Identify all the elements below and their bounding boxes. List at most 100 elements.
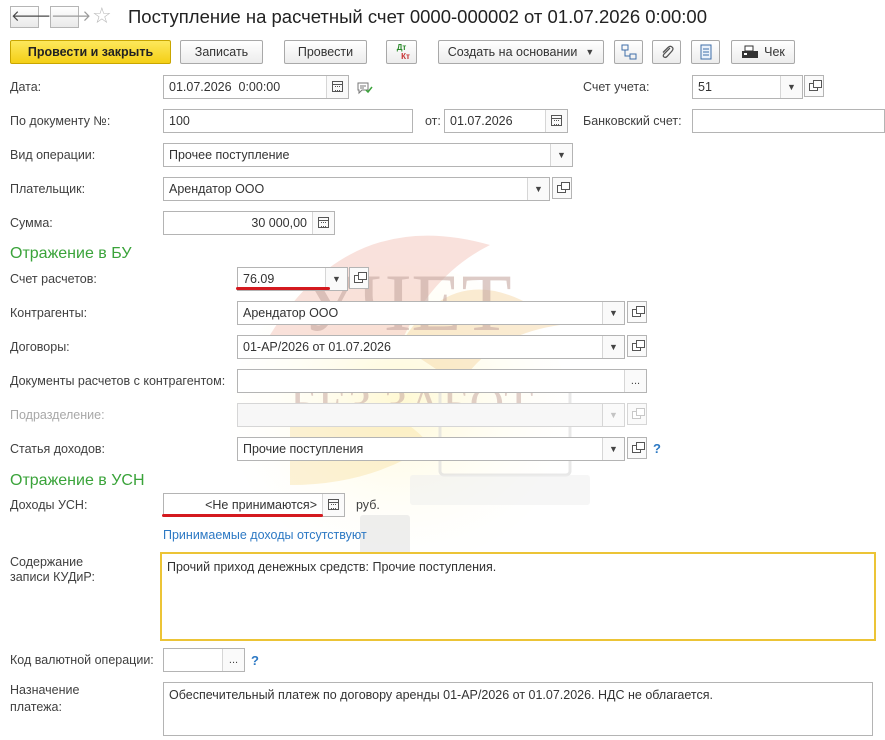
currency-op-label: Код валютной операции:: [10, 653, 154, 667]
kudir-content-field[interactable]: Прочий приход денежных средств: Прочие п…: [160, 552, 876, 641]
calculator-icon: [328, 499, 339, 510]
contracts-label: Договоры:: [10, 340, 70, 354]
post-label: Провести: [297, 45, 354, 59]
report-button[interactable]: [691, 40, 720, 64]
purpose-label-line2: платежа:: [10, 700, 62, 714]
kudir-content-value: Прочий приход денежных средств: Прочие п…: [167, 560, 497, 574]
contractors-label: Контрагенты:: [10, 306, 88, 320]
currency-op-field[interactable]: ...: [163, 648, 245, 672]
contracts-open-button[interactable]: [627, 335, 647, 357]
chevron-down-icon: ▼: [534, 184, 543, 194]
question-icon[interactable]: ?: [653, 441, 661, 456]
division-label: Подразделение:: [10, 408, 105, 422]
payment-purpose-value: Обеспечительный платеж по договору аренд…: [169, 688, 714, 702]
calendar-icon: [551, 115, 562, 126]
comment-check-icon[interactable]: [357, 81, 373, 95]
window-title: Поступление на расчетный счет 0000-00000…: [128, 6, 707, 27]
create-based-on-label: Создать на основании: [447, 45, 578, 59]
usn-hint[interactable]: Принимаемые доходы отсутствуют: [163, 528, 367, 542]
doc-number-value: 100: [169, 114, 190, 128]
sum-label: Сумма:: [10, 216, 53, 230]
forward-button[interactable]: 🡒: [50, 6, 91, 28]
highlight-underline: [236, 287, 330, 290]
contractors-open-button[interactable]: [627, 301, 647, 323]
star-icon[interactable]: ☆: [92, 3, 112, 29]
ellipsis-icon: ...: [630, 375, 641, 387]
chevron-down-icon: ▼: [609, 410, 618, 420]
calculator-icon: [318, 217, 329, 228]
operation-dropdown-button[interactable]: ▼: [550, 144, 572, 166]
bu-section-title: Отражение в БУ: [10, 245, 132, 262]
operation-field[interactable]: Прочее поступление ▼: [163, 143, 573, 167]
chevron-down-icon: ▼: [609, 444, 618, 454]
save-label: Записать: [194, 45, 249, 59]
doc-number-label: По документу №:: [10, 114, 111, 128]
currency-op-select-button[interactable]: ...: [222, 649, 244, 671]
settlement-docs-select-button[interactable]: ...: [624, 370, 646, 392]
check-label: Чек: [764, 45, 785, 59]
chevron-down-icon: ▼: [609, 308, 618, 318]
calendar-button[interactable]: [326, 76, 348, 98]
usn-section-title: Отражение в УСН: [10, 472, 145, 489]
usn-income-value: <Не принимаются>: [205, 498, 317, 512]
check-button[interactable]: Чек: [731, 40, 795, 64]
back-button[interactable]: 🡐: [10, 6, 51, 28]
settlement-docs-label: Документы расчетов с контрагентом:: [10, 374, 226, 388]
contractors-dropdown-button[interactable]: ▼: [602, 302, 624, 324]
dt-kt-button[interactable]: Дт Кт: [386, 40, 417, 64]
bank-account-field[interactable]: [692, 109, 885, 133]
purpose-label-line1: Назначение: [10, 683, 80, 697]
operation-value: Прочее поступление: [169, 148, 290, 162]
post-button[interactable]: Провести: [284, 40, 367, 64]
sum-field[interactable]: 30 000,00: [163, 211, 335, 235]
from-date-field[interactable]: 01.07.2026: [444, 109, 568, 133]
account-field[interactable]: 51 ▼: [692, 75, 803, 99]
account-label: Счет учета:: [583, 80, 650, 94]
calculator-button[interactable]: [312, 212, 334, 234]
income-item-dropdown-button[interactable]: ▼: [602, 438, 624, 460]
dt-kt-icon: Дт: [396, 43, 407, 52]
contracts-field[interactable]: 01-АР/2026 от 01.07.2026 ▼: [237, 335, 625, 359]
operation-label: Вид операции:: [10, 148, 96, 162]
from-label: от:: [425, 114, 441, 128]
calendar-icon: [332, 81, 343, 92]
chevron-down-icon: ▼: [609, 342, 618, 352]
chevron-down-icon: ▼: [787, 82, 796, 92]
date-field[interactable]: 01.07.2026 0:00:00: [163, 75, 349, 99]
payer-open-button[interactable]: [552, 177, 572, 199]
settlement-docs-field[interactable]: ...: [237, 369, 647, 393]
post-and-close-button[interactable]: Провести и закрыть: [10, 40, 171, 64]
payment-purpose-field[interactable]: Обеспечительный платеж по договору аренд…: [163, 682, 873, 736]
contracts-dropdown-button[interactable]: ▼: [602, 336, 624, 358]
from-calendar-button[interactable]: [545, 110, 567, 132]
income-item-open-button[interactable]: [627, 437, 647, 459]
payer-field[interactable]: Арендатор ООО ▼: [163, 177, 550, 201]
usn-calculator-button[interactable]: [322, 494, 344, 516]
settle-account-open-button[interactable]: [349, 267, 369, 289]
contractors-value: Арендатор ООО: [243, 306, 339, 320]
ellipsis-icon: ...: [228, 654, 239, 666]
paperclip-icon: [662, 45, 674, 59]
from-date-value: 01.07.2026: [450, 114, 513, 128]
document-structure-button[interactable]: [614, 40, 643, 64]
income-item-label: Статья доходов:: [10, 442, 106, 456]
settle-account-value: 76.09: [243, 272, 275, 286]
doc-number-field[interactable]: 100: [163, 109, 413, 133]
division-field: ▼: [237, 403, 625, 427]
date-value: 01.07.2026 0:00:00: [169, 80, 281, 94]
save-button[interactable]: Записать: [180, 40, 263, 64]
arrow-right-icon: 🡒: [51, 8, 92, 25]
income-item-field[interactable]: Прочие поступления ▼: [237, 437, 625, 461]
bank-account-label: Банковский счет:: [583, 114, 682, 128]
arrow-left-icon: 🡐: [11, 8, 52, 25]
question-icon[interactable]: ?: [251, 653, 259, 668]
attachments-button[interactable]: [652, 40, 681, 64]
payer-value: Арендатор ООО: [169, 182, 265, 196]
account-open-button[interactable]: [804, 75, 824, 97]
account-dropdown-button[interactable]: ▼: [780, 76, 802, 98]
contractors-field[interactable]: Арендатор ООО ▼: [237, 301, 625, 325]
post-and-close-label: Провести и закрыть: [27, 45, 154, 59]
create-based-on-button[interactable]: Создать на основании ▼: [438, 40, 604, 64]
date-label: Дата:: [10, 80, 42, 94]
payer-dropdown-button[interactable]: ▼: [527, 178, 549, 200]
